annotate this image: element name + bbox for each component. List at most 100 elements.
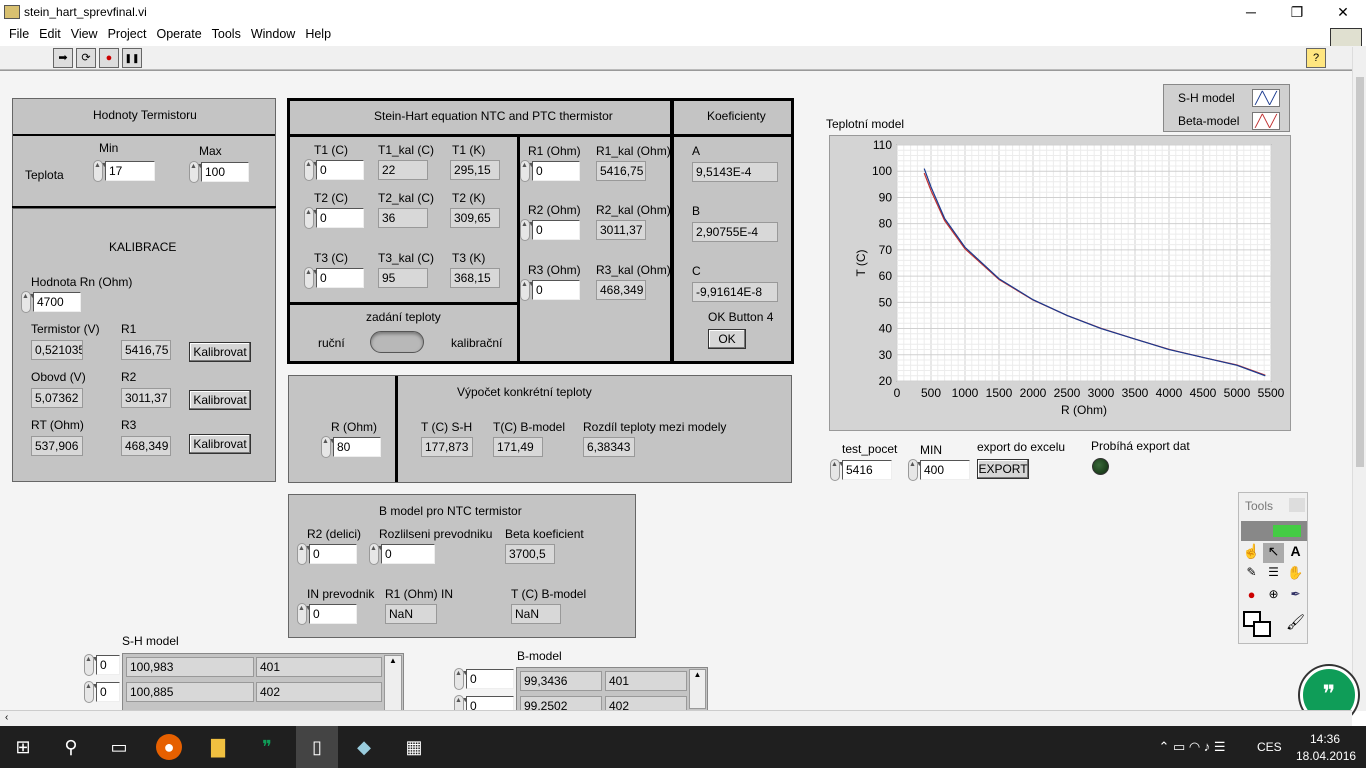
sh-index-spinner-2[interactable]: ▲▼	[84, 681, 99, 703]
window-title: stein_hart_sprevfinal.vi	[24, 5, 147, 19]
color-tool-icon[interactable]	[1243, 611, 1273, 639]
t2-input[interactable]: 0	[316, 208, 364, 228]
t1-input[interactable]: 0	[316, 160, 364, 180]
rozliseni-input[interactable]: 0	[381, 544, 435, 564]
t3-k-label: T3 (K)	[452, 251, 486, 265]
menu-window[interactable]: Window	[251, 24, 295, 44]
clock-date[interactable]: 18.04.2016	[1296, 749, 1356, 763]
tools-close-icon[interactable]	[1289, 498, 1305, 512]
run-button[interactable]: ➡	[53, 48, 73, 68]
koeficienty-panel: Koeficienty A 9,5143E-4 B 2,90755E-4 C -…	[671, 98, 794, 364]
b-index-1[interactable]: 0	[466, 669, 514, 689]
probe-tool-icon[interactable]: ⊕	[1263, 587, 1284, 607]
sh-index-2[interactable]: 0	[96, 682, 120, 702]
r3-spinner[interactable]: ▲▼	[520, 279, 535, 301]
ok-button[interactable]: OK	[708, 329, 746, 349]
menu-tools[interactable]: Tools	[212, 24, 241, 44]
horizontal-scrollbar[interactable]: ‹	[0, 710, 1352, 726]
rozliseni-spinner[interactable]: ▲▼	[369, 543, 384, 565]
scroll-tool-icon[interactable]: ✋	[1285, 565, 1306, 585]
min-spinner[interactable]: ▲▼	[93, 160, 108, 182]
hangouts-taskbar-icon[interactable]: ❞	[254, 734, 280, 760]
t1-spinner[interactable]: ▲▼	[304, 159, 319, 181]
y-tick-label: 80	[879, 217, 893, 231]
in-prevodnik-label: IN prevodnik	[307, 587, 375, 601]
r2-input[interactable]: 0	[532, 220, 580, 240]
menu-edit[interactable]: Edit	[39, 24, 61, 44]
r2-delici-spinner[interactable]: ▲▼	[297, 543, 312, 565]
rn-spinner[interactable]: ▲▼	[21, 291, 36, 313]
position-tool-icon[interactable]: ↖	[1263, 543, 1284, 563]
t-bmodel-value: NaN	[511, 604, 561, 624]
file-explorer-icon[interactable]: ▇	[205, 734, 231, 760]
operate-tool-icon[interactable]: ☝	[1241, 543, 1262, 563]
maximize-button[interactable]: ❐	[1274, 0, 1320, 24]
x-tick-label: 1000	[952, 386, 979, 400]
abort-button[interactable]: ●	[99, 48, 119, 68]
run-continuously-button[interactable]: ⟳	[76, 48, 96, 68]
b-scrollbar[interactable]: ▲	[689, 669, 706, 709]
wiring-tool-icon[interactable]: ✎	[1241, 565, 1262, 585]
r1-input[interactable]: 0	[532, 161, 580, 181]
color-copy-tool-icon[interactable]: ✒	[1285, 587, 1306, 607]
shortcut-tool-icon[interactable]: ☰	[1263, 565, 1284, 585]
export-button[interactable]: EXPORT	[977, 459, 1029, 479]
close-button[interactable]: ✕	[1320, 0, 1366, 24]
in-prevodnik-spinner[interactable]: ▲▼	[297, 603, 312, 625]
min-export-label: MIN	[920, 443, 942, 457]
termistor-title: Hodnoty Termistoru	[93, 108, 197, 122]
b-index-spinner-1[interactable]: ▲▼	[454, 668, 469, 690]
calculator-icon[interactable]: ▦	[401, 734, 427, 760]
breakpoint-tool-icon[interactable]: ●	[1241, 587, 1262, 607]
kalibrovat-button-3[interactable]: Kalibrovat	[189, 434, 251, 454]
t2-spinner[interactable]: ▲▼	[304, 207, 319, 229]
min-input[interactable]: 17	[105, 161, 155, 181]
r3-input[interactable]: 0	[532, 280, 580, 300]
r-spinner[interactable]: ▲▼	[321, 436, 336, 458]
min-export-input[interactable]: 400	[920, 460, 970, 480]
auto-tool-icon[interactable]	[1241, 521, 1307, 541]
help-button[interactable]: ?	[1306, 48, 1326, 68]
max-input[interactable]: 100	[201, 162, 249, 182]
menu-help[interactable]: Help	[305, 24, 331, 44]
brush-tool-icon[interactable]: 🖌	[1285, 613, 1306, 635]
text-tool-icon[interactable]: A	[1285, 543, 1306, 563]
task-view-icon[interactable]: ▭	[106, 734, 132, 760]
kalibrovat-button-2[interactable]: Kalibrovat	[189, 390, 251, 410]
t3-spinner[interactable]: ▲▼	[304, 267, 319, 289]
sh-index-spinner-1[interactable]: ▲▼	[84, 654, 99, 676]
beta-value: 3700,5	[505, 544, 555, 564]
menu-operate[interactable]: Operate	[156, 24, 201, 44]
r1-spinner[interactable]: ▲▼	[520, 160, 535, 182]
clock-time[interactable]: 14:36	[1310, 732, 1340, 746]
test-pocet-spinner[interactable]: ▲▼	[830, 459, 845, 481]
language-indicator[interactable]: CES	[1257, 740, 1282, 754]
sh-index-1[interactable]: 0	[96, 655, 120, 675]
search-icon[interactable]: ⚲	[58, 734, 84, 760]
menu-view[interactable]: View	[71, 24, 98, 44]
r2-delici-input[interactable]: 0	[309, 544, 357, 564]
menu-file[interactable]: File	[9, 24, 29, 44]
r-input[interactable]: 80	[333, 437, 381, 457]
min-export-spinner[interactable]: ▲▼	[908, 459, 923, 481]
labview-icon[interactable]: ◆	[351, 734, 377, 760]
in-prevodnik-input[interactable]: 0	[309, 604, 357, 624]
menu-project[interactable]: Project	[108, 24, 147, 44]
t3-input[interactable]: 0	[316, 268, 364, 288]
start-icon[interactable]: ⊞	[10, 734, 36, 760]
firefox-icon[interactable]: ●	[156, 734, 182, 760]
minimize-button[interactable]: ─	[1228, 0, 1274, 24]
max-spinner[interactable]: ▲▼	[189, 161, 204, 183]
sh-scrollbar[interactable]: ▲	[384, 655, 402, 711]
pause-button[interactable]: ❚❚	[122, 48, 142, 68]
t3-kal-label: T3_kal (C)	[378, 251, 435, 265]
kalibracni-label: kalibrační	[451, 336, 503, 350]
rn-input[interactable]: 4700	[33, 292, 81, 312]
document-icon[interactable]: ▯	[296, 726, 338, 768]
test-pocet-input[interactable]: 5416	[842, 460, 892, 480]
kalibrovat-button-1[interactable]: Kalibrovat	[189, 342, 251, 362]
tray-icons[interactable]: ⌃ ▭ ◠ ♪ ☰	[1132, 734, 1252, 760]
r2-spinner[interactable]: ▲▼	[520, 219, 535, 241]
mode-toggle-switch[interactable]	[370, 331, 424, 353]
vertical-scrollbar[interactable]	[1352, 47, 1366, 711]
